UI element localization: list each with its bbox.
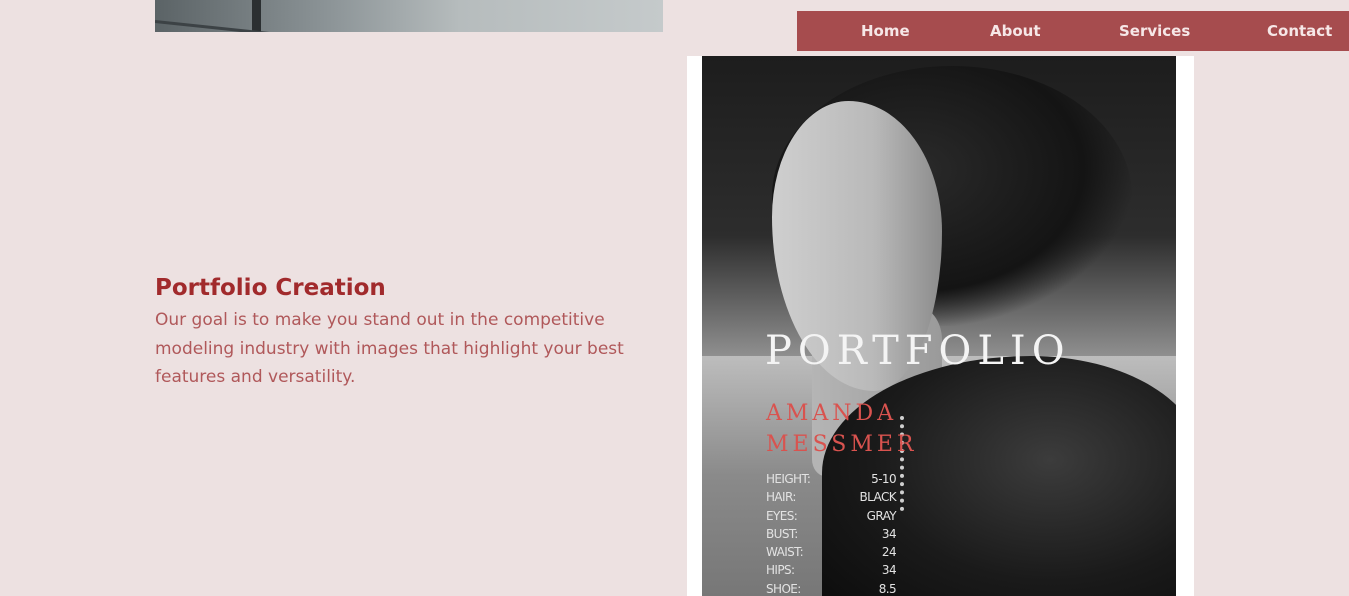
stat-row: HEIGHT: 5-10 xyxy=(766,470,897,488)
nav-home-link[interactable]: Home xyxy=(861,11,910,51)
stat-value: 34 xyxy=(881,526,897,541)
stat-value: 24 xyxy=(881,545,897,560)
stat-label: HIPS: xyxy=(766,563,795,578)
model-last-name: MESSMER xyxy=(766,432,918,457)
model-stats: HEIGHT: 5-10 HAIR: BLACK EYES: GRAY BUST: 34… xyxy=(766,470,897,596)
stat-row: SHOE: 8.5 xyxy=(766,580,897,596)
stat-label: BUST: xyxy=(766,526,798,541)
stat-label: SHOE: xyxy=(766,581,801,596)
service-portfolio-creation: Portfolio Creation Our goal is to make y… xyxy=(155,272,665,392)
stat-value: GRAY xyxy=(866,508,897,523)
portfolio-cover-image: PORTFOLIO AMANDA MESSMER HEIGHT: 5-10 HAI… xyxy=(687,56,1194,596)
model-name: AMANDA MESSMER xyxy=(766,398,918,460)
stat-label: HEIGHT: xyxy=(766,472,811,486)
stat-value: 5-10 xyxy=(871,472,896,486)
stat-row: HIPS: 34 xyxy=(766,561,897,579)
model-photo: PORTFOLIO AMANDA MESSMER HEIGHT: 5-10 HAI… xyxy=(702,56,1176,596)
model-first-name: AMANDA xyxy=(766,401,898,426)
service-title: Portfolio Creation xyxy=(155,275,386,301)
stat-value: 8.5 xyxy=(878,581,897,596)
stat-value: 34 xyxy=(881,563,897,578)
top-photo-partial xyxy=(155,0,663,32)
stat-row: EYES: GRAY xyxy=(766,507,897,525)
nav-contact-link[interactable]: Contact xyxy=(1267,11,1332,51)
service-description: Our goal is to make you stand out in the… xyxy=(155,310,624,387)
stat-label: HAIR: xyxy=(766,490,796,505)
stat-label: EYES: xyxy=(766,508,798,523)
stat-row: BUST: 34 xyxy=(766,525,897,543)
photo-beam xyxy=(252,0,261,32)
nav-about-link[interactable]: About xyxy=(990,11,1041,51)
cover-title: PORTFOLIO xyxy=(765,328,1071,374)
nav-services-link[interactable]: Services xyxy=(1119,11,1190,51)
stat-value: BLACK xyxy=(859,490,897,505)
main-navbar: Home About Services Contact xyxy=(797,11,1349,51)
stat-row: HAIR: BLACK xyxy=(766,488,897,506)
stat-row: WAIST: 24 xyxy=(766,543,897,561)
stat-label: WAIST: xyxy=(766,545,804,560)
